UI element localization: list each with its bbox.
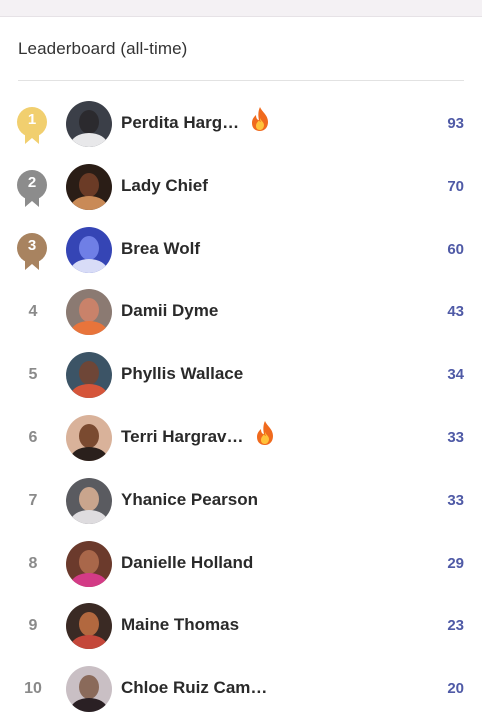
- leaderboard-row[interactable]: 8 Danielle Holland 29: [0, 533, 482, 596]
- leaderboard-row[interactable]: 7 Yhanice Pearson 33: [0, 470, 482, 533]
- rank-number: 10: [24, 680, 42, 698]
- player-name[interactable]: Yhanice Pearson: [121, 490, 258, 510]
- player-name[interactable]: Lady Chief: [121, 176, 208, 196]
- player-name[interactable]: Brea Wolf: [121, 239, 200, 259]
- leaderboard-row[interactable]: 2 Lady Chief 70: [0, 156, 482, 219]
- player-name[interactable]: Danielle Holland: [121, 553, 253, 573]
- bronze-medal-icon: 3: [16, 232, 50, 270]
- rank-number: 2: [27, 173, 37, 191]
- leaderboard-row[interactable]: 5 Phyllis Wallace 34: [0, 344, 482, 407]
- leaderboard-row[interactable]: 9 Maine Thomas 23: [0, 595, 482, 658]
- player-score: 20: [447, 680, 464, 698]
- leaderboard-row[interactable]: 3 Brea Wolf 60: [0, 219, 482, 282]
- player-score: 93: [447, 115, 464, 132]
- avatar[interactable]: [66, 289, 112, 336]
- leaderboard-row[interactable]: 1 Perdita Harg… 93: [0, 93, 482, 156]
- player-name[interactable]: Perdita Harg…: [121, 113, 239, 133]
- player-score: 33: [447, 491, 464, 509]
- player-name[interactable]: Chloe Ruiz Cam…: [121, 678, 267, 698]
- player-score: 33: [447, 428, 464, 446]
- top-bar: [0, 0, 482, 17]
- rank-number: 6: [28, 428, 38, 446]
- avatar[interactable]: [66, 163, 112, 210]
- player-name[interactable]: Maine Thomas: [121, 615, 239, 635]
- avatar[interactable]: [66, 666, 112, 713]
- player-score: 23: [447, 617, 464, 635]
- player-score: 60: [447, 240, 464, 258]
- player-score: 43: [447, 303, 464, 321]
- rank-number: 8: [28, 554, 38, 572]
- rank-number: 7: [28, 491, 38, 509]
- player-score: 70: [447, 177, 464, 195]
- leaderboard-row[interactable]: 6 Terri Hargrav… 33: [0, 407, 482, 470]
- player-name[interactable]: Terri Hargrav…: [121, 427, 244, 447]
- silver-medal-icon: 2: [16, 169, 50, 207]
- rank-number: 5: [28, 366, 38, 384]
- player-score: 34: [447, 366, 464, 384]
- avatar[interactable]: [66, 101, 112, 147]
- gold-medal-icon: 1: [16, 107, 50, 144]
- avatar[interactable]: [66, 477, 112, 524]
- leaderboard-list: 1 Perdita Harg… 93 2 Lady Chief 70 3 Brea Wolf 6…: [0, 93, 482, 721]
- avatar[interactable]: [66, 226, 112, 273]
- rank-number: 9: [28, 617, 38, 635]
- leaderboard-row[interactable]: 10 Chloe Ruiz Cam… 20: [0, 658, 482, 721]
- avatar[interactable]: [66, 540, 112, 587]
- avatar[interactable]: [66, 352, 112, 399]
- fire-icon: [249, 106, 271, 132]
- leaderboard-card: Leaderboard (all-time) 1 Perdita Harg… 93 2…: [0, 17, 482, 720]
- rank-number: 4: [28, 303, 38, 321]
- avatar[interactable]: [66, 414, 112, 461]
- player-name[interactable]: Phyllis Wallace: [121, 364, 243, 384]
- rank-number: 3: [27, 236, 37, 254]
- player-score: 29: [447, 554, 464, 572]
- rank-number: 1: [27, 111, 37, 128]
- leaderboard-row[interactable]: 4 Damii Dyme 43: [0, 281, 482, 344]
- divider: [18, 80, 464, 81]
- avatar[interactable]: [66, 603, 112, 650]
- fire-icon: [254, 420, 276, 446]
- leaderboard-title: Leaderboard (all-time): [18, 39, 188, 58]
- player-name[interactable]: Damii Dyme: [121, 301, 218, 321]
